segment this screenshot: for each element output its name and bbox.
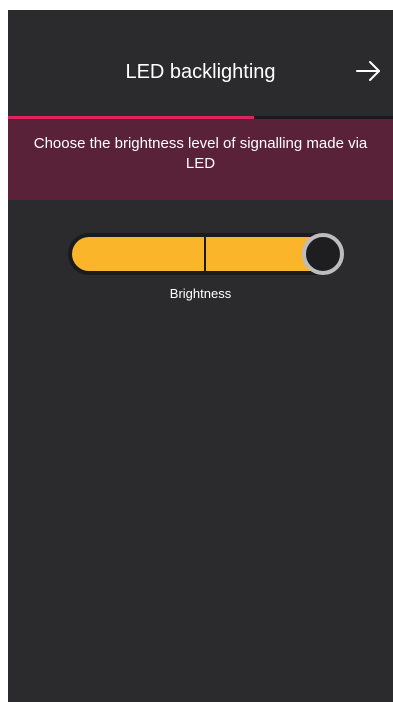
next-button[interactable] [352,54,386,88]
arrow-right-icon [356,61,380,81]
info-banner-text: Choose the brightness level of signallin… [33,135,368,172]
brightness-slider-fill [72,237,327,271]
page-title: LED backlighting [125,61,276,83]
header: LED backlighting [8,10,393,116]
brightness-slider-thumb[interactable] [302,233,344,275]
brightness-slider-divider [204,237,206,271]
brightness-label: Brightness [169,286,232,301]
brightness-slider[interactable] [68,233,344,275]
info-banner: Choose the brightness level of signallin… [8,119,393,200]
app-screen: LED backlighting Choose the brightness l… [8,10,393,702]
